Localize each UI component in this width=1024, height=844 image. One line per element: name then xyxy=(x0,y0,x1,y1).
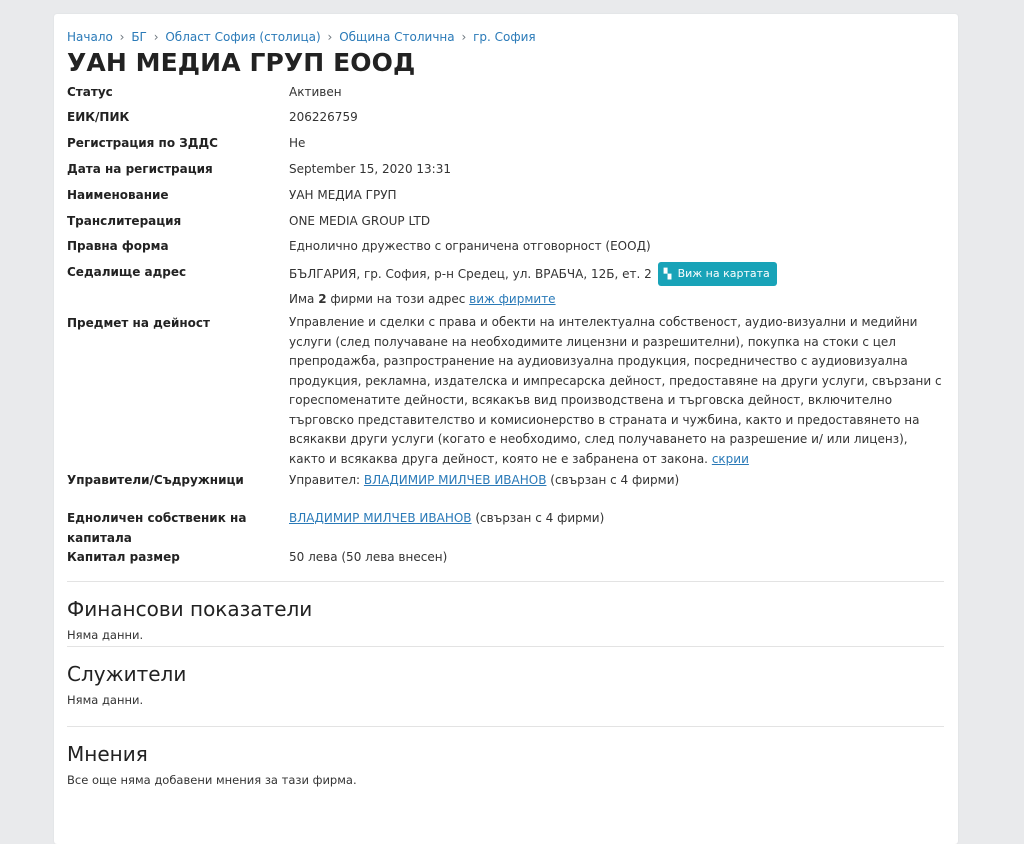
detail-row-legal-form: Правна форма Еднолично дружество с огран… xyxy=(67,236,944,262)
company-card: Начало › БГ › Област София (столица) › О… xyxy=(54,14,958,844)
company-details: Статус Активен ЕИК/ПИК 206226759 Регистр… xyxy=(67,82,944,581)
reg-date-value: September 15, 2020 13:31 xyxy=(289,162,451,176)
translit-value: ONE MEDIA GROUP LTD xyxy=(289,214,431,228)
activity-block: Управление и сделки с права и обекти на … xyxy=(289,313,944,470)
view-map-button-label: Виж на картата xyxy=(677,266,770,280)
status-label: Статус xyxy=(67,85,113,99)
reviews-note: Все още няма добавени мнения за тази фир… xyxy=(67,773,357,787)
page-title: УАН МЕДИА ГРУП ЕООД xyxy=(67,48,416,77)
map-icon: ▚ xyxy=(663,268,672,280)
address-value: БЪЛГАРИЯ, гр. София, р-н Средец, ул. ВРА… xyxy=(289,267,652,281)
detail-row-capital: Капитал размер 50 лева (50 лева внесен) xyxy=(67,547,944,581)
name-value: УАН МЕДИА ГРУП xyxy=(289,188,397,202)
address-firms-prefix: Има xyxy=(289,292,315,306)
breadcrumb-country[interactable]: БГ xyxy=(131,30,147,44)
breadcrumb-region[interactable]: Област София (столица) xyxy=(165,30,320,44)
managers-suffix: (свързан с 4 фирми) xyxy=(550,473,680,487)
breadcrumb-city[interactable]: гр. София xyxy=(473,30,536,44)
financial-title: Финансови показатели xyxy=(67,597,313,621)
vat-label: Регистрация по ЗДДС xyxy=(67,136,218,150)
owner-suffix: (свързан с 4 фирми) xyxy=(475,511,605,525)
eik-label: ЕИК/ПИК xyxy=(67,110,130,124)
view-map-button[interactable]: ▚ Виж на картата xyxy=(657,261,777,286)
detail-row-eik: ЕИК/ПИК 206226759 xyxy=(67,107,944,133)
managers-block: Управител: ВЛАДИМИР МИЛЧЕВ ИВАНОВ (свърз… xyxy=(289,470,944,508)
employees-note: Няма данни. xyxy=(67,693,144,707)
breadcrumb-municipality[interactable]: Община Столична xyxy=(339,30,454,44)
owner-label-text: Едноличен собственик на капитала xyxy=(67,511,247,545)
translit-label: Транслитерация xyxy=(67,214,182,228)
reviews-title: Мнения xyxy=(67,742,148,766)
address-block: БЪЛГАРИЯ, гр. София, р-н Средец, ул. ВРА… xyxy=(289,261,944,313)
activity-label: Предмет на дейност xyxy=(67,316,210,330)
detail-row-activity: Предмет на дейност Управление и сделки с… xyxy=(67,313,944,470)
breadcrumb-home[interactable]: Начало xyxy=(67,30,113,44)
reg-date-label: Дата на регистрация xyxy=(67,162,213,176)
activity-value: Управление и сделки с права и обекти на … xyxy=(289,315,942,466)
address-firms-suffix: фирми на този адрес xyxy=(330,292,466,306)
breadcrumb: Начало › БГ › Област София (столица) › О… xyxy=(67,28,944,46)
breadcrumb-separator: › xyxy=(153,30,159,44)
financial-note: Няма данни. xyxy=(67,628,144,642)
detail-row-status: Статус Активен xyxy=(67,82,944,107)
hide-activity-link[interactable]: скрии xyxy=(712,452,749,466)
owner-label: Едноличен собственик на капитала xyxy=(67,508,289,547)
managers-prefix: Управител: xyxy=(289,473,361,487)
owner-block: ВЛАДИМИР МИЛЧЕВ ИВАНОВ (свързан с 4 фирм… xyxy=(289,508,944,547)
employees-section: Служители Няма данни. xyxy=(67,647,944,726)
financial-section: Финансови показатели Няма данни. xyxy=(67,582,944,646)
detail-row-address: Седалище адрес БЪЛГАРИЯ, гр. София, р-н … xyxy=(67,261,944,313)
employees-title: Служители xyxy=(67,662,187,686)
detail-row-reg-date: Дата на регистрация September 15, 2020 1… xyxy=(67,159,944,185)
eik-value: 206226759 xyxy=(289,110,358,124)
address-line: БЪЛГАРИЯ, гр. София, р-н Средец, ул. ВРА… xyxy=(289,261,944,290)
capital-label: Капитал размер xyxy=(67,550,180,564)
detail-row-vat: Регистрация по ЗДДС Не xyxy=(67,133,944,159)
detail-row-name: Наименование УАН МЕДИА ГРУП xyxy=(67,185,944,211)
address-firms-count: 2 xyxy=(318,292,327,306)
manager-name-link[interactable]: ВЛАДИМИР МИЛЧЕВ ИВАНОВ xyxy=(364,473,547,487)
status-badge: Активен xyxy=(289,85,342,99)
name-label: Наименование xyxy=(67,188,169,202)
owner-name-link[interactable]: ВЛАДИМИР МИЛЧЕВ ИВАНОВ xyxy=(289,511,472,525)
address-firms-line: Има 2 фирми на този адрес виж фирмите xyxy=(289,290,944,308)
view-firms-link[interactable]: виж фирмите xyxy=(469,292,555,306)
breadcrumb-separator: › xyxy=(327,30,333,44)
detail-row-translit: Транслитерация ONE MEDIA GROUP LTD xyxy=(67,211,944,236)
legal-form-label: Правна форма xyxy=(67,239,169,253)
detail-row-managers: Управители/Съдружници Управител: ВЛАДИМИ… xyxy=(67,470,944,508)
managers-label: Управители/Съдружници xyxy=(67,473,244,487)
detail-row-owner: Едноличен собственик на капитала ВЛАДИМИ… xyxy=(67,508,944,547)
reviews-section: Мнения Все още няма добавени мнения за т… xyxy=(67,727,944,788)
address-label: Седалище адрес xyxy=(67,265,187,279)
breadcrumb-separator: › xyxy=(461,30,467,44)
legal-form-value: Еднолично дружество с ограничена отговор… xyxy=(289,239,651,253)
capital-value: 50 лева (50 лева внесен) xyxy=(289,550,448,564)
vat-value: Не xyxy=(289,136,306,150)
breadcrumb-separator: › xyxy=(119,30,125,44)
